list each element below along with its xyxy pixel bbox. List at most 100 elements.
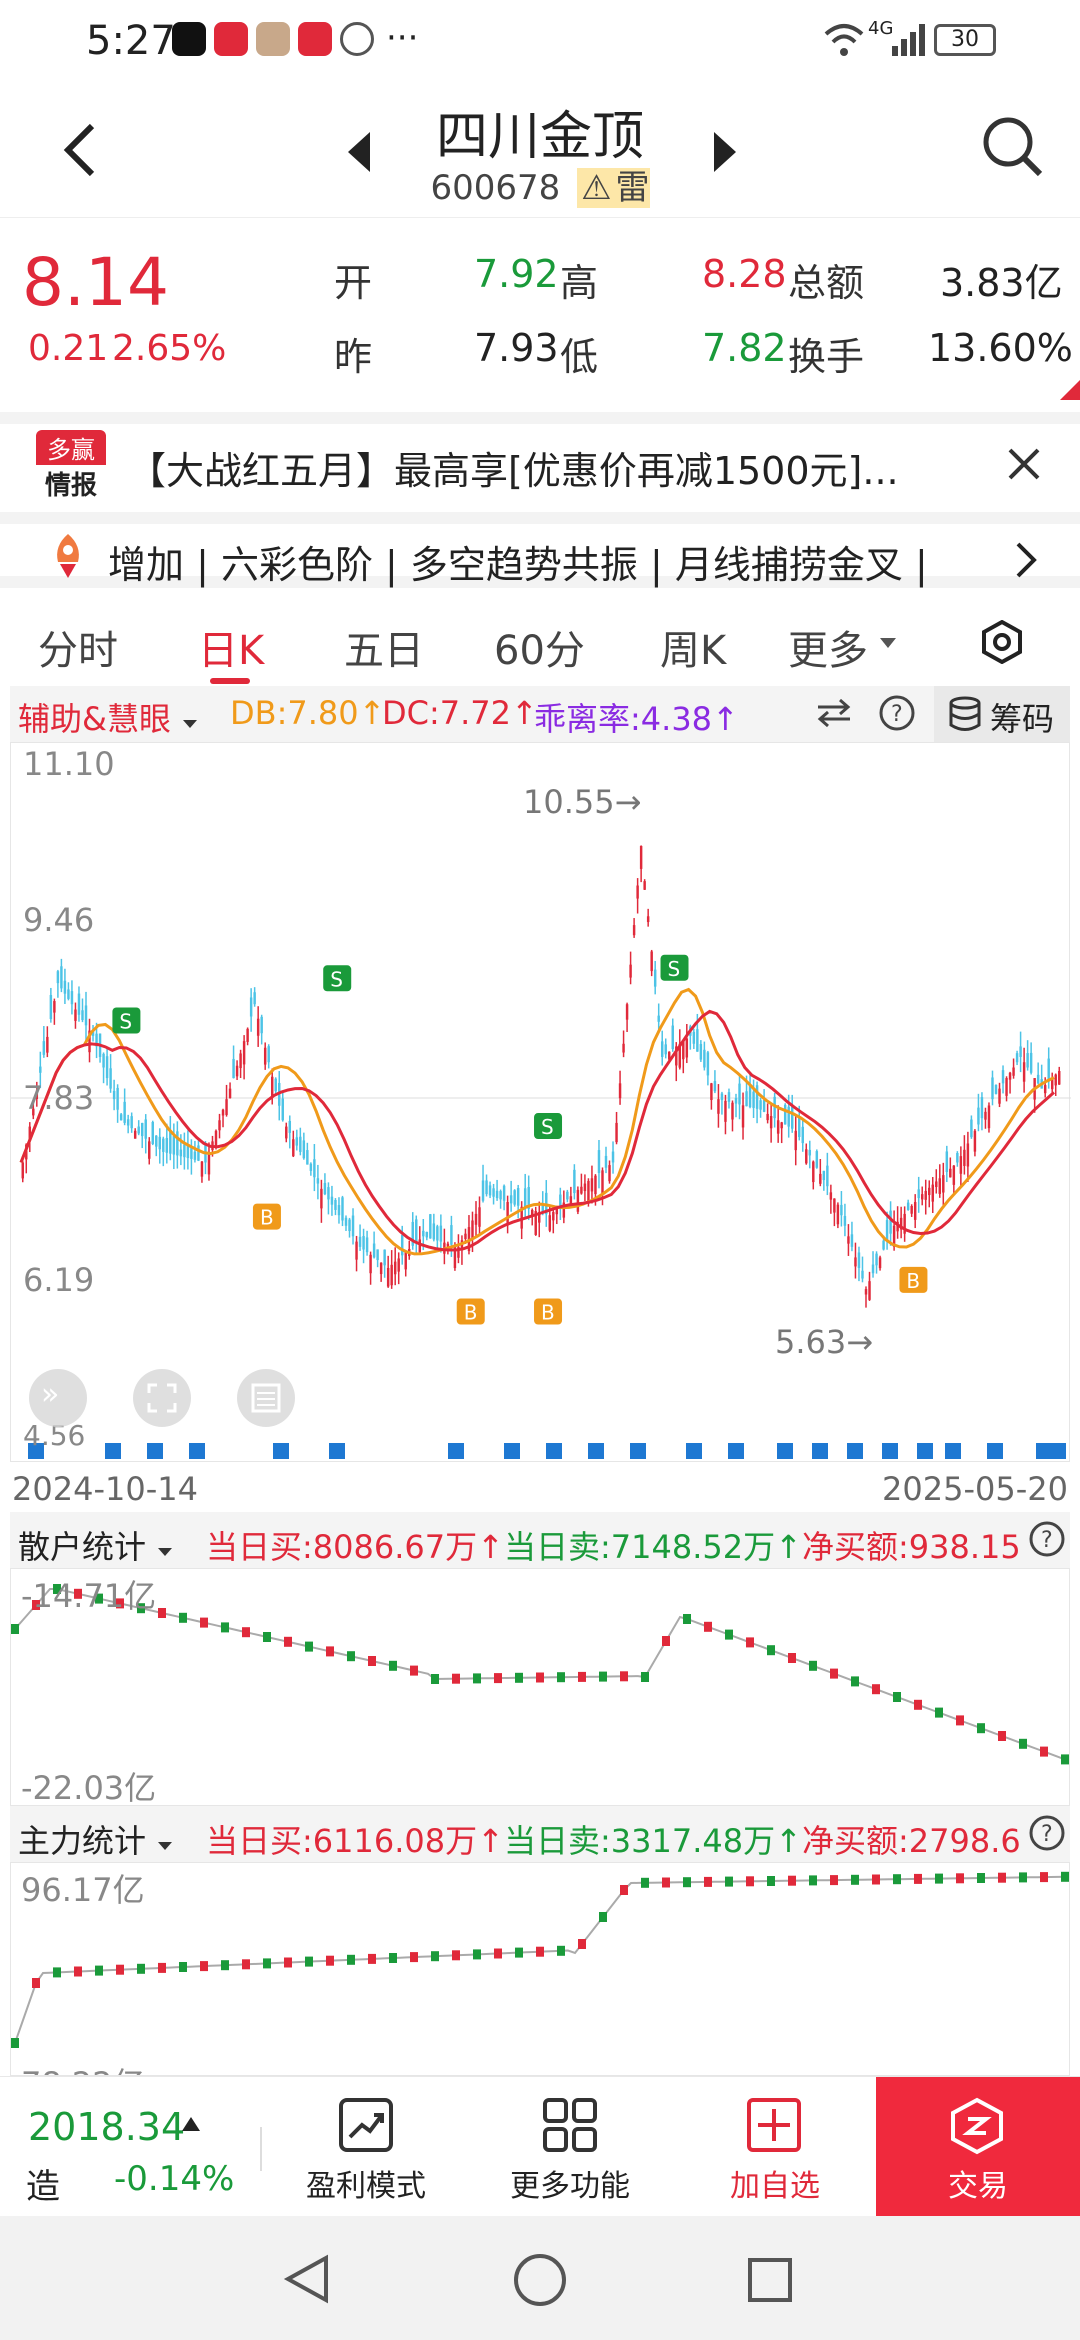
candle-body [1019,1046,1022,1057]
fullscreen-icon[interactable] [133,1369,191,1427]
candle-body [625,1004,629,1020]
candle-body [987,1105,991,1129]
next-stock-button[interactable] [710,130,740,178]
candle-body [566,1191,569,1200]
nav-back-icon[interactable] [282,2254,332,2304]
candle-body [337,1205,341,1216]
low-value: 7.82 [702,326,787,370]
candle-body [738,1083,741,1105]
tab-daily-k[interactable]: 日K [198,618,264,676]
candle-body [959,1156,963,1174]
nav-recents-icon[interactable] [746,2256,794,2304]
candle-body [176,1131,179,1156]
tab-five-day[interactable]: 五日 [344,618,424,676]
candle-body [253,992,256,1005]
trade-label: 交易 [948,2169,1008,2204]
chevron-right-icon[interactable] [1014,540,1038,584]
retail-help-icon[interactable]: ? [1028,1520,1066,1558]
candle-body [492,1188,495,1197]
status-bar: 5:27 ··· 4G 30 [0,0,1080,84]
candle-body [495,1190,499,1199]
stat-bar [536,1946,544,1957]
tab-60min[interactable]: 60分 [494,618,585,676]
candle-body [179,1149,183,1157]
promo-logo: 多赢 情报 [36,430,106,501]
candle-body [506,1202,509,1226]
y-label-mid2: 7.83 [23,1079,95,1117]
signal-label: S [330,967,343,991]
feature-strip[interactable]: 增加 | 六彩色阶 | 多空趋势共振 | 月线捕捞金叉 | [0,512,1080,588]
expand-arrows-button[interactable]: » [29,1369,87,1427]
chips-button[interactable]: 筹码 [934,686,1070,742]
stat-bar [284,1636,292,1647]
candle-body [618,1083,622,1099]
stat-bar [494,1673,502,1684]
retail-stats-bar: 散户统计 当日买:8086.67万↑ 当日卖:7148.52万↑ 净买额:938… [10,1512,1070,1568]
add-watchlist-button[interactable]: 加自选 [694,2077,854,2217]
retail-selector[interactable]: 散户统计 [18,1522,174,1568]
stat-bar [242,1627,250,1638]
kline-chart[interactable]: SSSSBBBB 11.10 9.46 7.83 6.19 4.56 10.55… [10,742,1071,1462]
index-ticker[interactable]: 2018.34 造 -0.14% [0,2077,260,2217]
notes-icon[interactable] [237,1369,295,1427]
main-selector[interactable]: 主力统计 [18,1816,174,1862]
index-value: 2018.34 [28,2105,186,2149]
more-functions-button[interactable]: 更多功能 [490,2077,650,2217]
indicator-selector[interactable]: 辅助&慧眼 [18,694,199,740]
settings-icon[interactable] [980,620,1024,664]
candle-body [397,1258,400,1272]
stat-bar [263,1958,271,1969]
stat-bar [557,1672,565,1683]
stat-bar [767,1645,775,1656]
candle-body [931,1184,934,1202]
date-axis: 2024-10-14 2025-05-20 [0,1462,1080,1512]
candle-body [632,925,636,936]
candle-body [639,845,643,869]
tab-weekly-k[interactable]: 周K [660,618,726,676]
candle-body [200,1161,204,1177]
candle-body [116,1087,119,1110]
promo-banner[interactable]: 多赢 情报 【大战红五月】最高享[优惠价再减1500元]... [0,412,1080,512]
stat-bar [725,1629,733,1640]
candle-body [214,1130,218,1147]
search-icon[interactable] [980,114,1046,184]
profit-mode-button[interactable]: 盈利模式 [286,2077,446,2217]
swap-icon[interactable] [816,698,852,728]
stat-bar [851,1676,859,1687]
main-help-icon[interactable]: ? [1028,1814,1066,1852]
stat-bar [851,1874,859,1885]
stat-bar [74,1966,82,1977]
stat-bar [641,1672,649,1682]
stat-bar [557,1945,565,1956]
candle-body [313,1159,316,1178]
candle-body [56,971,60,984]
stat-bar [830,1668,838,1679]
candle-body [481,1180,485,1201]
help-icon[interactable]: ? [878,694,916,732]
avatar-icon [256,22,290,56]
candle-body [741,1105,745,1128]
close-icon[interactable] [1006,446,1042,486]
svg-text:?: ? [1041,1528,1053,1553]
candle-body [207,1151,211,1175]
candle-body [808,1149,812,1156]
candle-body [1015,1053,1019,1063]
tab-more[interactable]: 更多 [788,618,868,676]
signal-label: B [906,1269,920,1293]
candle-body [422,1230,425,1237]
candle-body [53,1001,56,1013]
tab-intraday[interactable]: 分时 [38,618,118,676]
candle-body [829,1192,833,1200]
stock-header: 四川金顶 600678 ⚠ 雷 [0,84,1080,218]
app-red-icon-2 [298,22,332,56]
candle-body [302,1140,306,1159]
app-red-icon [214,22,248,56]
stat-bar [788,1653,796,1663]
candle-body [218,1120,221,1131]
candle-body [126,1119,130,1126]
nav-home-icon[interactable] [512,2252,568,2308]
stat-bar [578,1939,586,1949]
trade-button[interactable]: 交易 [876,2077,1080,2217]
candle-body [1005,1078,1008,1096]
candle-body [425,1231,429,1238]
